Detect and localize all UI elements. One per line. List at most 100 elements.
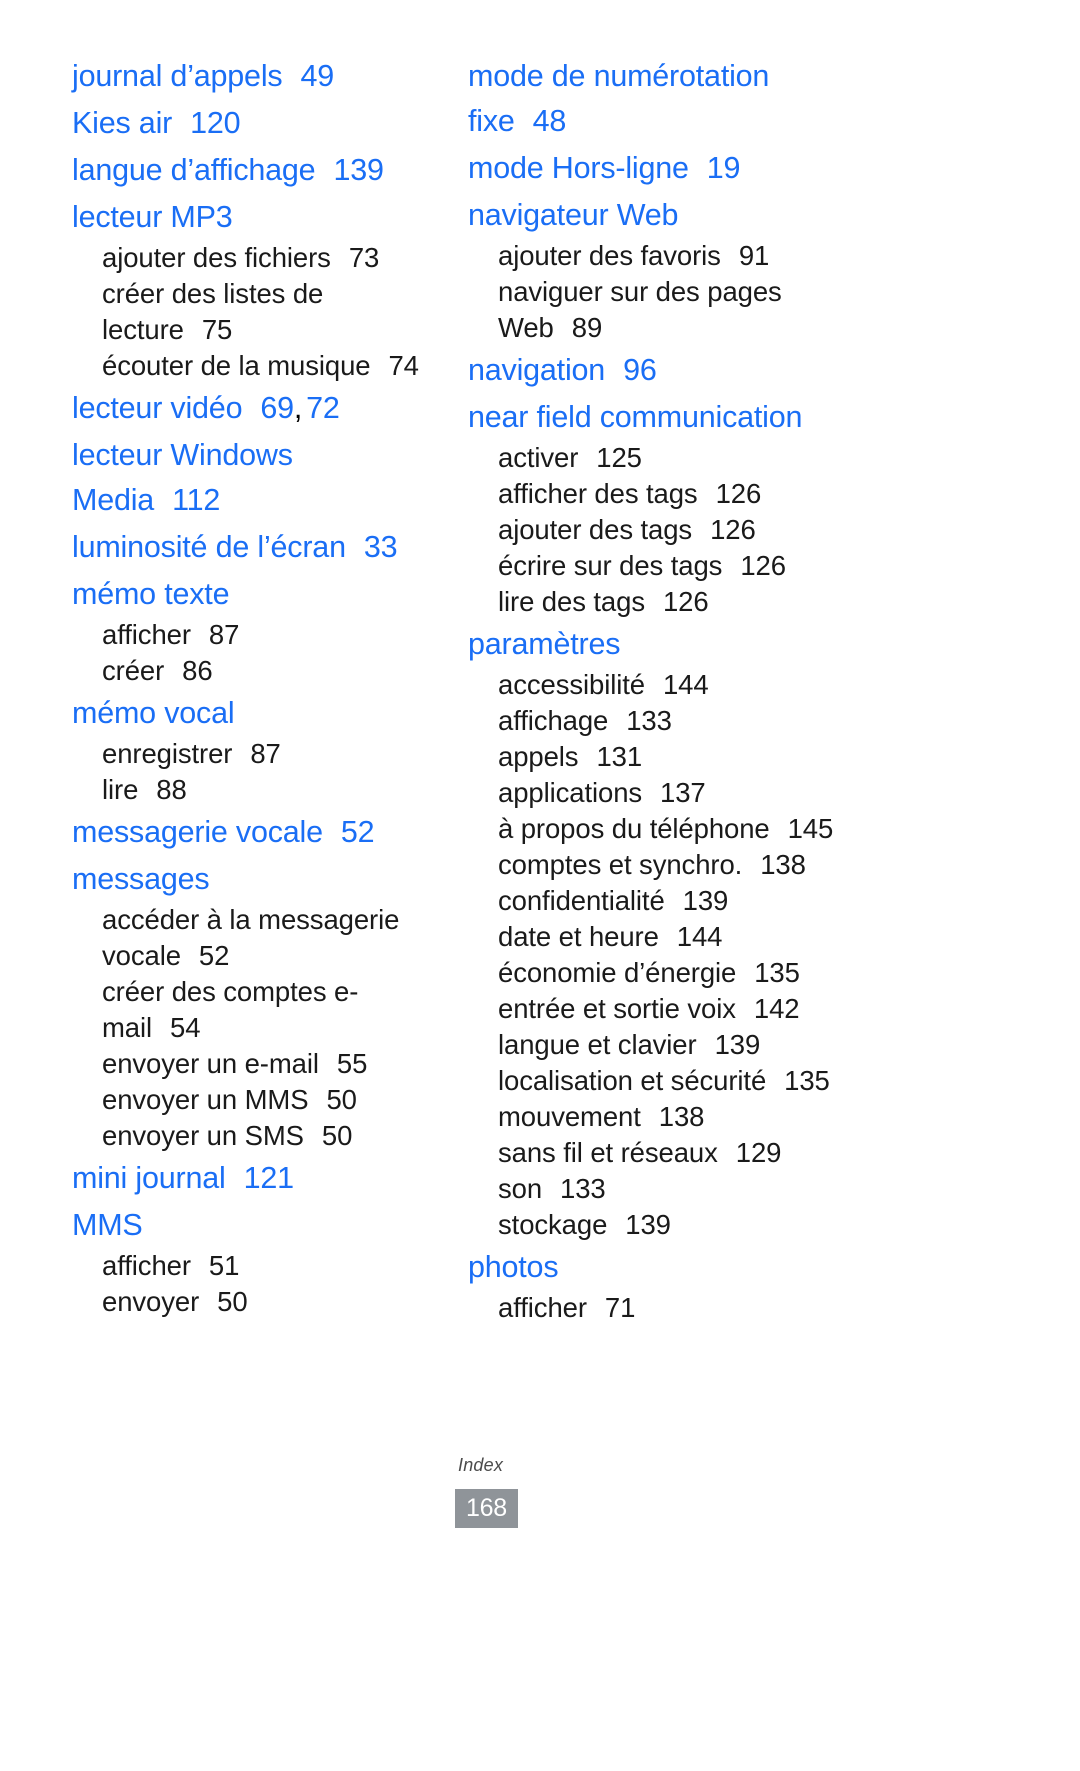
index-entry-label: journal d’appels: [72, 59, 283, 93]
index-entry-label: near field communication: [468, 400, 803, 434]
index-page-number: 52: [340, 815, 375, 849]
index-entry: luminosité de l’écran 33: [72, 525, 430, 570]
index-entry: navigateur Web: [468, 193, 870, 238]
index-subentry-label: créer des comptes e-mail: [102, 976, 359, 1043]
index-entry-label: lecteur MP3: [72, 200, 233, 234]
index-columns: journal d’appels 49 Kies air 120 langue d’af…: [0, 52, 1080, 1326]
index-entry-label: mini journal: [72, 1161, 226, 1195]
index-subentry: afficher 87: [72, 617, 430, 653]
index-entry: mode Hors-ligne 19: [468, 146, 870, 191]
index-subentry: envoyer un MMS 50: [72, 1082, 430, 1118]
index-subentry: ajouter des favoris 91: [468, 238, 870, 274]
index-subentry: mouvement 138: [468, 1099, 870, 1135]
index-page-number: 131: [596, 741, 643, 772]
index-entry: lecteur MP3: [72, 195, 430, 240]
index-page-number: 139: [714, 1029, 761, 1060]
index-entry: mémo vocal: [72, 691, 430, 736]
index-page-separator: ,: [293, 391, 303, 425]
index-entry-label: mode Hors-ligne: [468, 151, 689, 185]
index-page-number: 144: [676, 921, 723, 952]
index-page-number: 126: [715, 478, 762, 509]
index-entry: langue d’affichage 139: [72, 148, 430, 193]
index-subentry-label: afficher: [498, 1292, 587, 1323]
index-entry-label: mémo vocal: [72, 696, 235, 730]
footer-page-number: 168: [455, 1489, 518, 1528]
index-subentry: à propos du téléphone 145: [468, 811, 870, 847]
index-subentry-label: à propos du téléphone: [498, 813, 770, 844]
index-entry: mode de numérotation fixe 48: [468, 54, 870, 144]
index-subentry-label: accéder à la messagerie vocale: [102, 904, 400, 971]
index-subentry-label: naviguer sur des pages Web: [498, 276, 782, 343]
index-subentry: enregistrer 87: [72, 736, 430, 772]
index-subentry: ajouter des fichiers 73: [72, 240, 430, 276]
index-subentry-label: son: [498, 1173, 543, 1204]
index-entry: messages: [72, 857, 430, 902]
index-subentry: lire 88: [72, 772, 430, 808]
index-subentry-label: appels: [498, 741, 579, 772]
index-page-number: 145: [787, 813, 834, 844]
index-page-number: 133: [560, 1173, 606, 1204]
index-subentry: créer des listes de lecture 75: [72, 276, 430, 348]
index-subentry-label: lire des tags: [498, 586, 645, 617]
index-page-number: 19: [706, 151, 741, 185]
index-subentry: écrire sur des tags 126: [468, 548, 870, 584]
index-subentry-label: langue et clavier: [498, 1029, 697, 1060]
index-page-number: 125: [596, 442, 642, 473]
index-entry: paramètres: [468, 622, 870, 667]
index-entry: lecteur vidéo 69, 72: [72, 386, 430, 431]
index-entry: photos: [468, 1245, 870, 1290]
index-page-number: 139: [682, 885, 729, 916]
index-subentry: confidentialité 139: [468, 883, 870, 919]
index-subentry-label: date et heure: [498, 921, 659, 952]
index-page-number: 126: [710, 514, 756, 545]
index-page-number: 88: [156, 774, 187, 805]
index-subentry-label: enregistrer: [102, 738, 233, 769]
index-page-number: 87: [208, 619, 240, 650]
index-page-number: 33: [363, 530, 398, 564]
index-subentry-label: afficher des tags: [498, 478, 698, 509]
index-entry-label: mode de numérotation fixe: [468, 59, 770, 138]
index-page-number: 133: [626, 705, 672, 736]
index-page-number: 50: [326, 1084, 357, 1115]
index-subentry-label: envoyer: [102, 1286, 200, 1317]
index-subentry: envoyer un e-mail 55: [72, 1046, 430, 1082]
index-subentry: date et heure 144: [468, 919, 870, 955]
index-page-number: 137: [660, 777, 706, 808]
index-subentry-label: ajouter des tags: [498, 514, 693, 545]
index-entry-label: mémo texte: [72, 577, 230, 611]
index-page-number: 48: [532, 104, 567, 138]
index-subentry: ajouter des tags 126: [468, 512, 870, 548]
index-subentry-label: afficher: [102, 619, 191, 650]
index-page-number: 74: [388, 350, 419, 381]
index-subentry-label: envoyer un e-mail: [102, 1048, 319, 1079]
index-entry: journal d’appels 49: [72, 54, 430, 99]
index-entry-label: messages: [72, 862, 210, 896]
index-subentry: applications 137: [468, 775, 870, 811]
index-subentry: envoyer 50: [72, 1284, 430, 1320]
index-subentry-label: écrire sur des tags: [498, 550, 723, 581]
index-entry: MMS: [72, 1203, 430, 1248]
index-page-number: 51: [208, 1250, 240, 1281]
index-page-number: 135: [784, 1065, 830, 1096]
index-subentry: accessibilité 144: [468, 667, 870, 703]
index-page-number: 120: [190, 106, 241, 140]
index-entry-label: paramètres: [468, 627, 621, 661]
index-page-number-secondary: 72: [306, 391, 340, 425]
index-entry-label: messagerie vocale: [72, 815, 323, 849]
index-page-number: 126: [740, 550, 786, 581]
index-subentry: sans fil et réseaux 129: [468, 1135, 870, 1171]
index-entry-label: luminosité de l’écran: [72, 530, 346, 564]
index-subentry: langue et clavier 139: [468, 1027, 870, 1063]
index-page-number: 135: [754, 957, 800, 988]
index-subentry: créer 86: [72, 653, 430, 689]
index-subentry: afficher 71: [468, 1290, 870, 1326]
index-page-number: 138: [760, 849, 806, 880]
index-subentry-label: ajouter des favoris: [498, 240, 721, 271]
index-subentry: son 133: [468, 1171, 870, 1207]
index-page-number: 91: [738, 240, 770, 271]
index-entry: mémo texte: [72, 572, 430, 617]
index-entry: near field communication: [468, 395, 870, 440]
index-entry-label: lecteur vidéo: [72, 391, 243, 425]
index-page-number: 73: [348, 242, 380, 273]
index-subentry: afficher 51: [72, 1248, 430, 1284]
